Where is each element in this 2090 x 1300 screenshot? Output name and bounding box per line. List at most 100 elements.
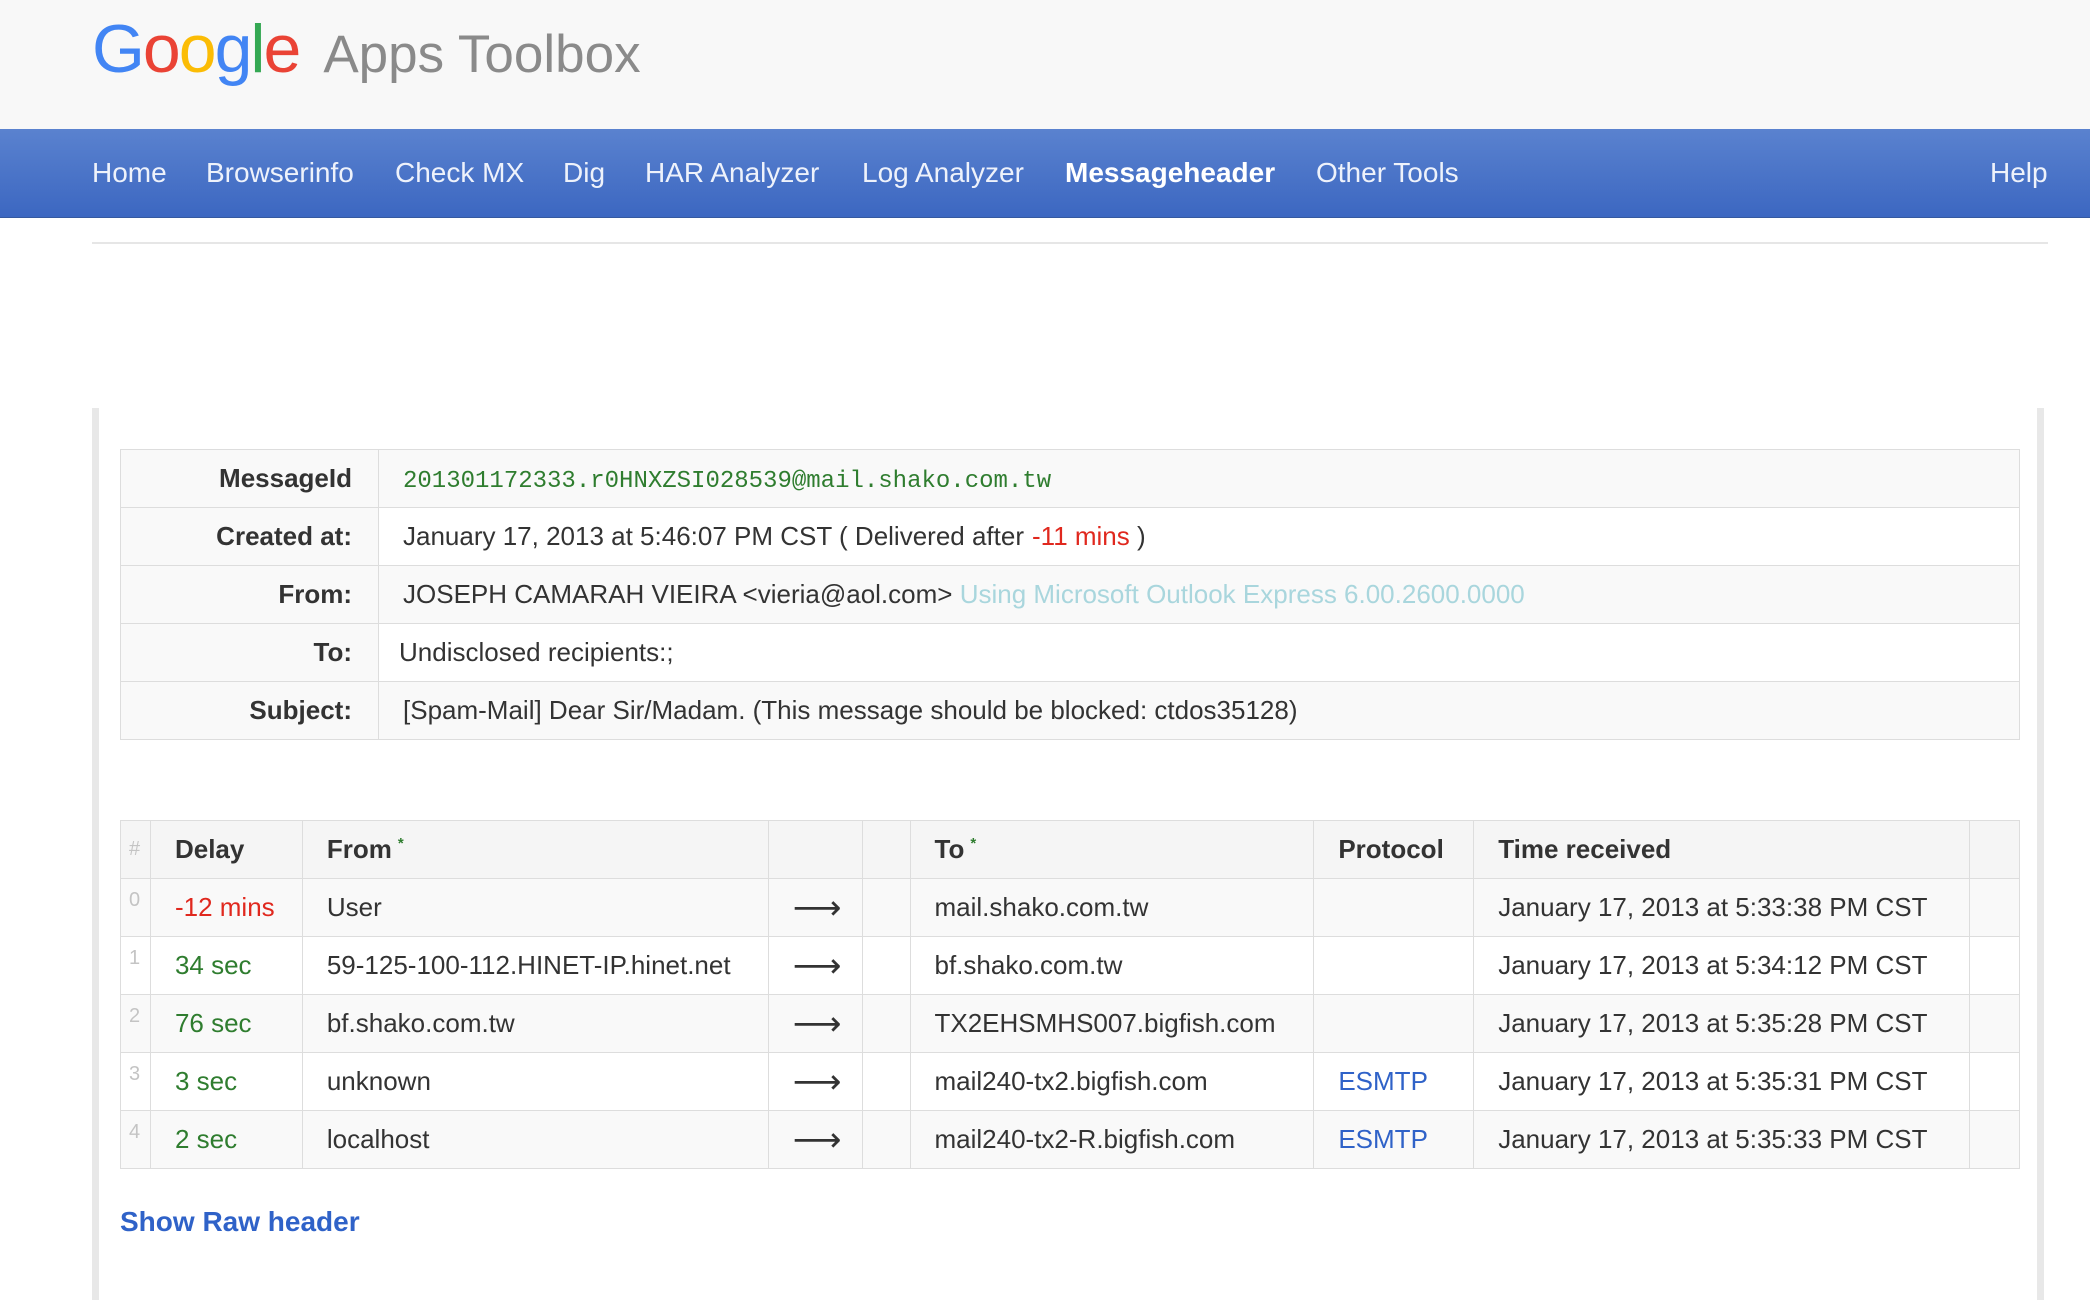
hop-extra [1969,994,2020,1053]
google-logo: Google [92,10,301,88]
hop-row: 3 3 sec unknown ⟶ mail240-tx2.bigfish.co… [120,1052,2020,1111]
nav-home[interactable]: Home [92,129,167,217]
hop-to: TX2EHSMHS007.bigfish.com [909,994,1315,1053]
summary-row-to: To: Undisclosed recipients:; [120,623,2020,682]
col-protocol-header[interactable]: Protocol [1313,820,1475,879]
from-label: From: [120,565,379,624]
app-title: Apps Toolbox [323,25,641,84]
hop-from: 59-125-100-112.HINET-IP.hinet.net [301,936,769,995]
right-arrow-icon: ⟶ [767,936,863,995]
hop-to: mail240-tx2.bigfish.com [909,1052,1315,1111]
from-address: JOSEPH CAMARAH VIEIRA <vieria@aol.com> [403,579,953,609]
message-id-value: 201301172333.r0HNXZSI028539@mail.shako.c… [378,449,2020,508]
to-marker: * [970,835,977,853]
hops-header-row: # Delay From * To * Protocol Time received [120,820,2020,879]
hop-spacer [861,1052,911,1111]
hop-extra [1969,1110,2020,1169]
delivered-suffix: ) [1137,521,1146,551]
hop-delay: 3 sec [149,1052,303,1111]
hop-delay: 2 sec [149,1110,303,1169]
summary-row-from: From: JOSEPH CAMARAH VIEIRA <vieria@aol.… [120,565,2020,624]
created-date: January 17, 2013 at 5:46:07 PM CST [403,521,832,551]
nav-browserinfo[interactable]: Browserinfo [206,129,354,217]
hop-protocol [1313,936,1475,995]
logo-letter: o [178,11,217,87]
delivered-prefix: ( Delivered after [839,521,1024,551]
subject-value: [Spam-Mail] Dear Sir/Madam. (This messag… [378,681,2020,740]
hop-time: January 17, 2013 at 5:35:33 PM CST [1473,1110,1971,1169]
nav-log-analyzer[interactable]: Log Analyzer [862,129,1024,217]
right-arrow-icon: ⟶ [767,1052,863,1111]
hop-to: bf.shako.com.tw [909,936,1315,995]
hop-from: User [301,878,769,937]
nav-har-analyzer[interactable]: HAR Analyzer [645,129,819,217]
col-arrow-header [767,820,863,879]
hop-extra [1969,1052,2020,1111]
hop-spacer [861,878,911,937]
hops-table: # Delay From * To * Protocol Time received… [120,820,2020,1169]
hop-extra [1969,878,2020,937]
message-summary-table: MessageId 201301172333.r0HNXZSI028539@ma… [120,449,2020,740]
col-num-header: # [120,820,151,879]
nav-check-mx[interactable]: Check MX [395,129,524,217]
logo-letter: l [250,11,265,87]
right-arrow-icon: ⟶ [767,878,863,937]
from-marker: * [397,835,404,853]
summary-row-message-id: MessageId 201301172333.r0HNXZSI028539@ma… [120,449,2020,508]
subject-label: Subject: [120,681,379,740]
created-label: Created at: [120,507,379,566]
col-spacer-header [861,820,911,879]
hop-protocol [1313,994,1475,1053]
hop-to: mail240-tx2-R.bigfish.com [909,1110,1315,1169]
message-id-label: MessageId [120,449,379,508]
col-delay-header[interactable]: Delay [149,820,303,879]
hop-extra [1969,936,2020,995]
to-label: To: [120,623,379,682]
nav-help[interactable]: Help [1990,129,2048,217]
hop-protocol[interactable]: ESMTP [1313,1110,1475,1169]
logo-letter: g [214,11,253,87]
summary-row-created: Created at: January 17, 2013 at 5:46:07 … [120,507,2020,566]
col-extra-header [1969,820,2020,879]
nav-messageheader[interactable]: Messageheader [1065,129,1275,217]
hop-from: unknown [301,1052,769,1111]
hop-from: localhost [301,1110,769,1169]
right-arrow-icon: ⟶ [767,1110,863,1169]
col-to-header[interactable]: To * [909,820,1315,879]
to-header-label: To [934,834,965,864]
hop-row: 4 2 sec localhost ⟶ mail240-tx2-R.bigfis… [120,1110,2020,1169]
hop-spacer [861,1110,911,1169]
hop-row: 0 -12 mins User ⟶ mail.shako.com.tw Janu… [120,878,2020,937]
hop-number: 1 [120,936,151,995]
hop-time: January 17, 2013 at 5:35:31 PM CST [1473,1052,1971,1111]
created-value: January 17, 2013 at 5:46:07 PM CST ( Del… [378,507,2020,566]
hop-protocol [1313,878,1475,937]
app-logo[interactable]: Google Apps Toolbox [92,10,641,88]
delivered-delay: -11 mins [1032,521,1130,551]
nav-dig[interactable]: Dig [563,129,605,217]
hop-delay: 34 sec [149,936,303,995]
col-from-header[interactable]: From * [301,820,769,879]
message-id-text: 201301172333.r0HNXZSI028539@mail.shako.c… [403,467,1052,495]
hop-number: 3 [120,1052,151,1111]
to-value: Undisclosed recipients:; [378,623,2020,682]
hop-delay: 76 sec [149,994,303,1053]
hop-row: 1 34 sec 59-125-100-112.HINET-IP.hinet.n… [120,936,2020,995]
hop-protocol[interactable]: ESMTP [1313,1052,1475,1111]
hop-number: 4 [120,1110,151,1169]
right-arrow-icon: ⟶ [767,994,863,1053]
col-time-header[interactable]: Time received [1473,820,1971,879]
hop-to: mail.shako.com.tw [909,878,1315,937]
hop-time: January 17, 2013 at 5:35:28 PM CST [1473,994,1971,1053]
from-value: JOSEPH CAMARAH VIEIRA <vieria@aol.com> U… [378,565,2020,624]
hop-row: 2 76 sec bf.shako.com.tw ⟶ TX2EHSMHS007.… [120,994,2020,1053]
hop-spacer [861,936,911,995]
logo-letter: G [92,11,145,87]
divider [92,242,2048,244]
nav-other-tools[interactable]: Other Tools [1316,129,1459,217]
mail-client: Using Microsoft Outlook Express 6.00.260… [959,579,1525,609]
hop-from: bf.shako.com.tw [301,994,769,1053]
show-raw-header-link[interactable]: Show Raw header [120,1206,360,1238]
hop-number: 2 [120,994,151,1053]
logo-letter: o [142,11,181,87]
